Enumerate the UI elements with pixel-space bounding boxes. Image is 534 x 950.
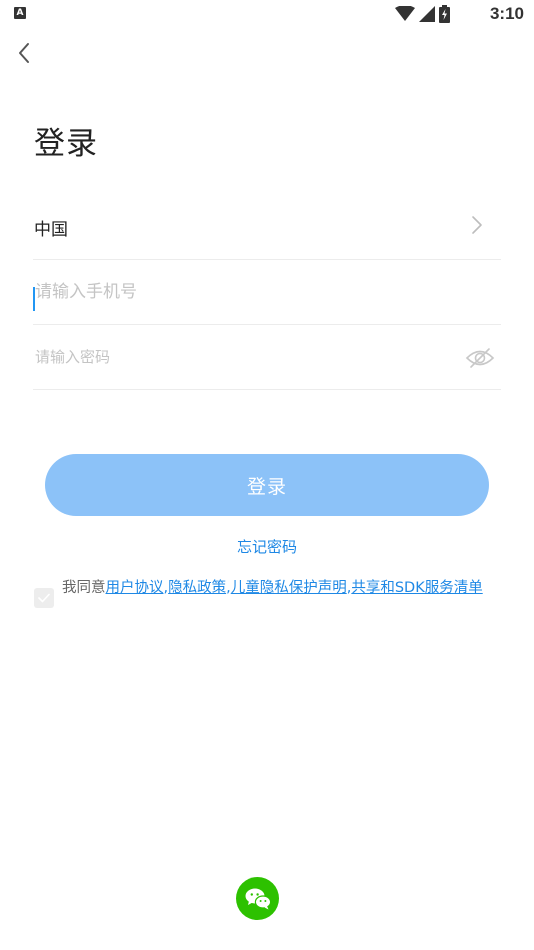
login-button[interactable]: 登录 [45,454,489,516]
country-selector[interactable]: 中国 [33,193,501,260]
text-cursor [33,287,35,311]
back-button[interactable] [10,38,38,68]
wechat-icon [245,888,271,909]
password-input[interactable] [33,325,435,389]
battery-icon [439,5,450,23]
password-field-row [33,325,501,390]
password-visibility-toggle[interactable] [465,347,495,373]
phone-field-row [33,260,501,325]
status-icons [395,5,450,23]
cell-signal-icon [419,6,435,22]
agreement-text: 我同意用户协议,隐私政策,儿童隐私保护声明,共享和SDK服务清单 [62,580,502,597]
forgot-password-link[interactable]: 忘记密码 [0,536,534,557]
wifi-icon [395,6,415,21]
chevron-right-icon [472,216,482,234]
eye-off-icon [465,348,495,368]
sdk-list-link[interactable]: 共享和SDK服务清单 [351,580,482,596]
privacy-policy-link[interactable]: 隐私政策 [168,580,226,596]
country-label: 中国 [34,220,68,240]
agreement-checkbox[interactable] [34,588,54,608]
user-agreement-link[interactable]: 用户协议 [106,580,164,596]
notification-icon: A [14,7,26,19]
status-time: 3:10 [489,4,524,23]
chevron-left-icon [19,43,29,63]
phone-input[interactable] [33,260,435,324]
wechat-login-button[interactable] [236,877,279,920]
status-bar: A 3:10 [0,0,534,28]
checkmark-icon [38,593,50,603]
page-title: 登录 [34,126,98,162]
agreement-prefix: 我同意 [62,580,106,596]
child-privacy-link[interactable]: 儿童隐私保护声明 [231,580,347,596]
